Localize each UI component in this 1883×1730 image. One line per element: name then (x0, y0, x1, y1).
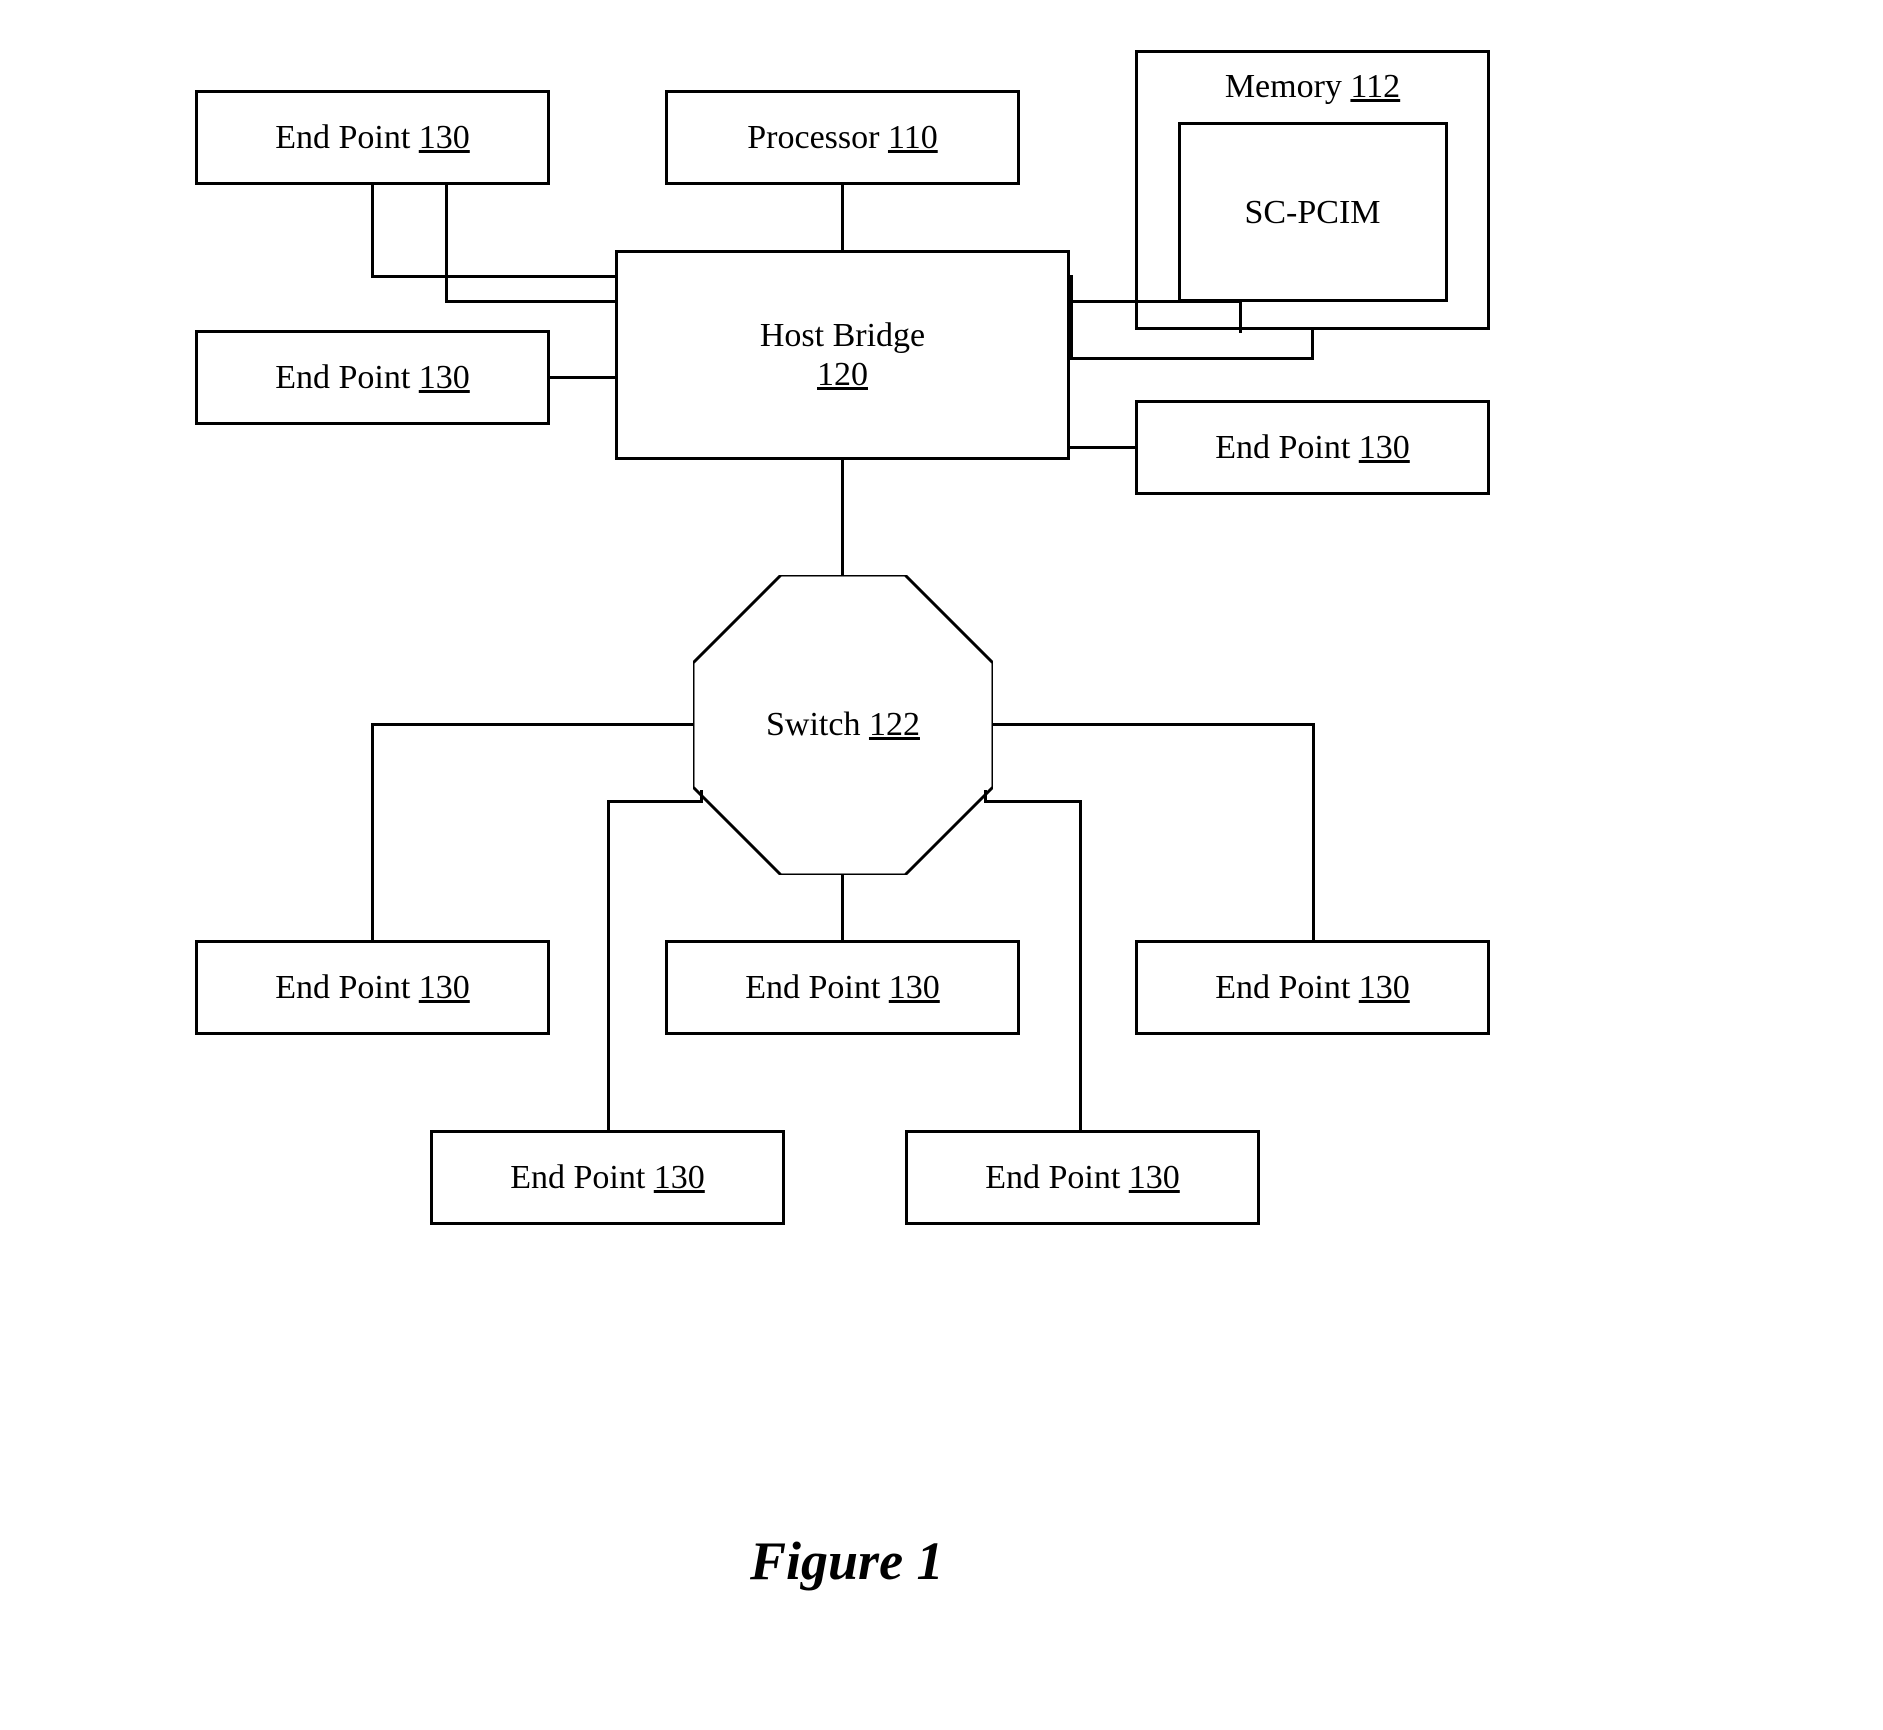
connector (371, 275, 615, 278)
connector (993, 723, 1315, 726)
endpoint-label: End Point 130 (275, 118, 470, 157)
endpoint-box: End Point 130 (905, 1130, 1260, 1225)
connector (841, 875, 844, 940)
connector (984, 800, 1082, 803)
sc-pcim-label: SC-PCIM (1244, 193, 1380, 232)
endpoint-label: End Point 130 (1215, 968, 1410, 1007)
host-bridge-box: Host Bridge 120 (615, 250, 1070, 460)
memory-box: Memory 112 SC-PCIM (1135, 50, 1490, 330)
endpoint-label: End Point 130 (1215, 428, 1410, 467)
connector (445, 300, 615, 303)
connector (841, 185, 844, 250)
connector (841, 460, 844, 575)
connector (550, 376, 615, 379)
switch-label: Switch 122 (693, 575, 993, 875)
connector (1070, 357, 1314, 360)
connector (607, 800, 610, 1130)
connector (1070, 275, 1073, 360)
connector (445, 185, 448, 300)
diagram-canvas: End Point 130 Processor 110 Memory 112 S… (0, 0, 1883, 1730)
connector (984, 790, 987, 803)
endpoint-label: End Point 130 (510, 1158, 705, 1197)
host-bridge-label: Host Bridge 120 (760, 316, 925, 394)
connector (700, 790, 703, 803)
endpoint-box: End Point 130 (665, 940, 1020, 1035)
sc-pcim-box: SC-PCIM (1178, 122, 1448, 302)
endpoint-box: End Point 130 (195, 90, 550, 185)
switch-octagon: Switch 122 (693, 575, 993, 875)
connector (1312, 723, 1315, 940)
endpoint-box: End Point 130 (430, 1130, 785, 1225)
connector (1070, 446, 1135, 449)
endpoint-box: End Point 130 (1135, 400, 1490, 495)
endpoint-box: End Point 130 (1135, 940, 1490, 1035)
connector (607, 800, 702, 803)
endpoint-label: End Point 130 (275, 358, 470, 397)
endpoint-label: End Point 130 (745, 968, 940, 1007)
connector (1311, 330, 1314, 360)
figure-caption: Figure 1 (750, 1530, 944, 1592)
processor-box: Processor 110 (665, 90, 1020, 185)
connector (371, 723, 374, 940)
connector (1079, 800, 1082, 1130)
connector (371, 723, 693, 726)
processor-label: Processor 110 (747, 118, 937, 157)
endpoint-label: End Point 130 (275, 968, 470, 1007)
memory-label: Memory 112 (1225, 67, 1400, 106)
endpoint-box: End Point 130 (195, 940, 550, 1035)
connector (1070, 300, 1242, 303)
endpoint-box: End Point 130 (195, 330, 550, 425)
endpoint-label: End Point 130 (985, 1158, 1180, 1197)
connector (1239, 300, 1242, 333)
connector (371, 185, 374, 275)
